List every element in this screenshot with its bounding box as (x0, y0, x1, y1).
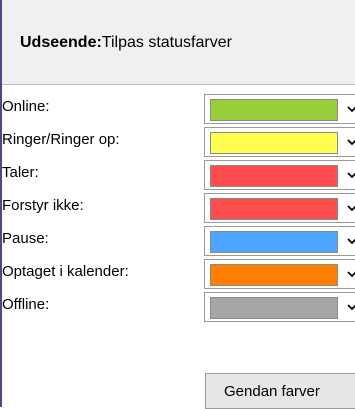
status-row: Pause: (2, 226, 355, 256)
status-color-dropdown[interactable] (204, 94, 355, 124)
status-color-dropdown[interactable] (204, 292, 355, 322)
appearance-panel: Udseende:Tilpas statusfarver Online: Ring… (0, 0, 355, 409)
color-swatch (210, 231, 338, 253)
color-swatch (210, 198, 338, 220)
chevron-down-icon (347, 205, 355, 212)
restore-colors-button[interactable]: Gendan farver (205, 373, 355, 409)
status-row: Ringer/Ringer op: (2, 127, 355, 157)
page-title: Udseende:Tilpas statusfarver (20, 34, 232, 52)
status-color-dropdown[interactable] (204, 259, 355, 289)
chevron-down-icon (347, 139, 355, 146)
status-row: Online: (2, 94, 355, 124)
status-label: Taler: (2, 164, 39, 181)
color-swatch (210, 297, 338, 319)
title-section: Udseende: (20, 34, 102, 51)
color-swatch (210, 99, 338, 121)
status-color-dropdown[interactable] (204, 193, 355, 223)
status-label: Offline: (2, 296, 50, 313)
status-label: Online: (2, 98, 50, 115)
status-label: Ringer/Ringer op: (2, 131, 120, 148)
chevron-down-icon (347, 106, 355, 113)
status-label: Optaget i kalender: (2, 263, 129, 280)
status-label: Pause: (2, 230, 49, 247)
panel-header: Udseende:Tilpas statusfarver (2, 0, 355, 85)
status-row: Forstyr ikke: (2, 193, 355, 223)
status-row: Taler: (2, 160, 355, 190)
chevron-down-icon (347, 271, 355, 278)
status-label: Forstyr ikke: (2, 197, 84, 214)
color-swatch (210, 165, 338, 187)
status-color-dropdown[interactable] (204, 127, 355, 157)
chevron-down-icon (347, 238, 355, 245)
color-swatch (210, 132, 338, 154)
status-row: Optaget i kalender: (2, 259, 355, 289)
chevron-down-icon (347, 172, 355, 179)
status-color-dropdown[interactable] (204, 160, 355, 190)
status-color-dropdown[interactable] (204, 226, 355, 256)
title-subsection: Tilpas statusfarver (101, 34, 232, 51)
status-row: Offline: (2, 292, 355, 322)
chevron-down-icon (347, 304, 355, 311)
color-swatch (210, 264, 338, 286)
